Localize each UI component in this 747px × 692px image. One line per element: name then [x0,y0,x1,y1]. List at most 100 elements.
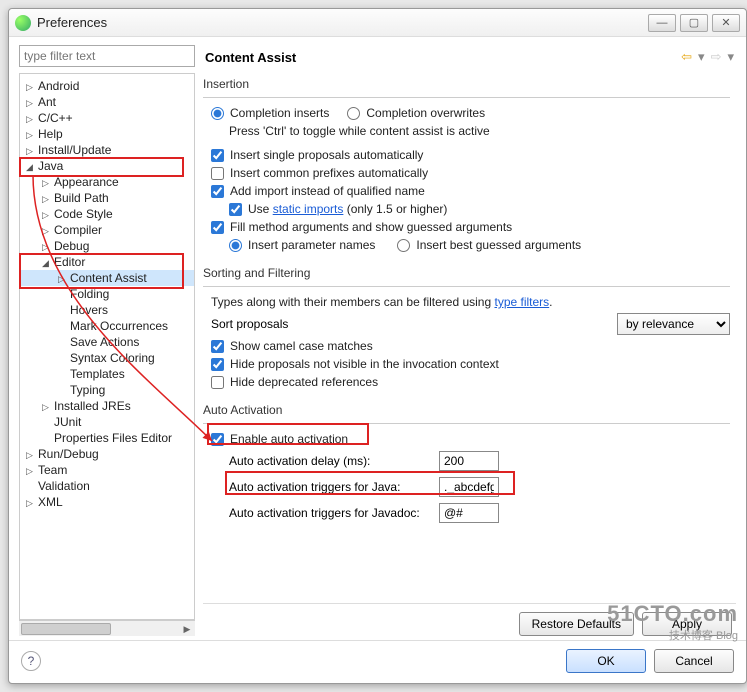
twisty-icon[interactable]: ▷ [42,210,52,220]
tree-item-label: Properties Files Editor [54,431,172,445]
back-icon[interactable]: ⇦ [681,49,692,65]
triggers-javadoc-input[interactable] [439,503,499,523]
camel-case-checkbox[interactable] [211,340,224,353]
scroll-right-icon[interactable]: ▶ [179,621,195,636]
forward-menu-icon[interactable]: ▾ [727,49,734,65]
maximize-button[interactable]: ▢ [680,14,708,32]
twisty-icon[interactable]: ▷ [26,498,36,508]
twisty-icon[interactable]: ◢ [42,258,52,268]
tree-item-help[interactable]: ▷Help [20,126,194,142]
left-pane: ▷Android▷Ant▷C/C++▷Help▷Install/Update◢J… [19,45,195,636]
tree-item-properties-files-editor[interactable]: Properties Files Editor [20,430,194,446]
tree-item-validation[interactable]: Validation [20,478,194,494]
tree-item-run-debug[interactable]: ▷Run/Debug [20,446,194,462]
tree-item-save-actions[interactable]: Save Actions [20,334,194,350]
filter-input[interactable] [19,45,195,67]
tree-item-compiler[interactable]: ▷Compiler [20,222,194,238]
camel-case-label: Show camel case matches [230,339,373,353]
sort-proposals-select[interactable]: by relevance [617,313,730,335]
tree-scrollbar[interactable]: ◀ ▶ [19,620,195,636]
add-import-checkbox[interactable] [211,185,224,198]
hide-invisible-label: Hide proposals not visible in the invoca… [230,357,499,371]
twisty-icon[interactable]: ▷ [26,466,36,476]
tree-item-junit[interactable]: JUnit [20,414,194,430]
window-title: Preferences [37,15,648,30]
tree-item-install-update[interactable]: ▷Install/Update [20,142,194,158]
close-button[interactable]: ✕ [712,14,740,32]
enable-auto-checkbox[interactable] [211,433,224,446]
tree-item-content-assist[interactable]: ▷Content Assist [20,270,194,286]
type-filter-pre: Types along with their members can be fi… [211,295,494,309]
tree-item-android[interactable]: ▷Android [20,78,194,94]
tree-item-label: Validation [38,479,90,493]
minimize-button[interactable]: — [648,14,676,32]
twisty-icon[interactable]: ▷ [26,82,36,92]
cancel-button[interactable]: Cancel [654,649,734,673]
twisty-icon[interactable]: ▷ [26,114,36,124]
triggers-java-input[interactable] [439,477,499,497]
twisty-icon[interactable]: ▷ [26,450,36,460]
tree-item-team[interactable]: ▷Team [20,462,194,478]
insert-best-radio[interactable] [397,239,410,252]
twisty-icon[interactable]: ▷ [42,178,52,188]
tree-item-label: Templates [70,367,125,381]
add-import-label: Add import instead of qualified name [230,184,425,198]
content-area: Insertion Completion inserts Completion … [203,75,736,599]
tree-item-java[interactable]: ◢Java [20,158,194,174]
preference-tree[interactable]: ▷Android▷Ant▷C/C++▷Help▷Install/Update◢J… [19,73,195,620]
insert-param-radio[interactable] [229,239,242,252]
tree-item-ant[interactable]: ▷Ant [20,94,194,110]
static-imports-link[interactable]: static imports [273,202,344,216]
tree-item-debug[interactable]: ▷Debug [20,238,194,254]
hide-invisible-checkbox[interactable] [211,358,224,371]
restore-defaults-button[interactable]: Restore Defaults [519,612,634,636]
twisty-icon[interactable]: ▷ [26,98,36,108]
tree-item-label: Build Path [54,191,109,205]
ok-button[interactable]: OK [566,649,646,673]
tree-item-label: Debug [54,239,89,253]
twisty-icon[interactable]: ▷ [26,130,36,140]
tree-item-label: Ant [38,95,56,109]
fill-args-checkbox[interactable] [211,221,224,234]
tree-item-label: Content Assist [70,271,147,285]
tree-item-c-c-[interactable]: ▷C/C++ [20,110,194,126]
forward-icon: ⇨ [711,49,722,65]
static-imports-post: (only 1.5 or higher) [343,202,447,216]
tree-item-templates[interactable]: Templates [20,366,194,382]
tree-item-typing[interactable]: Typing [20,382,194,398]
tree-item-label: Hovers [70,303,108,317]
tree-item-folding[interactable]: Folding [20,286,194,302]
twisty-icon[interactable]: ▷ [42,402,52,412]
twisty-icon[interactable]: ▷ [26,146,36,156]
tree-item-build-path[interactable]: ▷Build Path [20,190,194,206]
delay-input[interactable] [439,451,499,471]
type-filters-link[interactable]: type filters [494,295,549,309]
twisty-icon[interactable]: ▷ [42,242,52,252]
tree-item-editor[interactable]: ◢Editor [20,254,194,270]
help-icon[interactable]: ? [21,651,41,671]
hide-deprecated-checkbox[interactable] [211,376,224,389]
apply-button[interactable]: Apply [642,612,732,636]
tree-item-label: Syntax Coloring [70,351,155,365]
titlebar[interactable]: Preferences — ▢ ✕ [9,9,746,37]
completion-inserts-radio[interactable] [211,107,224,120]
tree-item-hovers[interactable]: Hovers [20,302,194,318]
twisty-icon[interactable]: ▷ [58,274,68,284]
tree-item-syntax-coloring[interactable]: Syntax Coloring [20,350,194,366]
back-menu-icon[interactable]: ▾ [698,49,705,65]
tree-item-mark-occurrences[interactable]: Mark Occurrences [20,318,194,334]
twisty-icon[interactable]: ▷ [42,194,52,204]
type-filter-post: . [549,295,552,309]
tree-item-code-style[interactable]: ▷Code Style [20,206,194,222]
tree-item-xml[interactable]: ▷XML [20,494,194,510]
scroll-thumb[interactable] [21,623,111,635]
twisty-icon[interactable]: ◢ [26,162,36,172]
insert-prefix-checkbox[interactable] [211,167,224,180]
tree-item-installed-jres[interactable]: ▷Installed JREs [20,398,194,414]
static-imports-checkbox[interactable] [229,203,242,216]
tree-item-appearance[interactable]: ▷Appearance [20,174,194,190]
insert-single-checkbox[interactable] [211,149,224,162]
completion-overwrites-radio[interactable] [347,107,360,120]
delay-label: Auto activation delay (ms): [229,454,429,468]
twisty-icon[interactable]: ▷ [42,226,52,236]
